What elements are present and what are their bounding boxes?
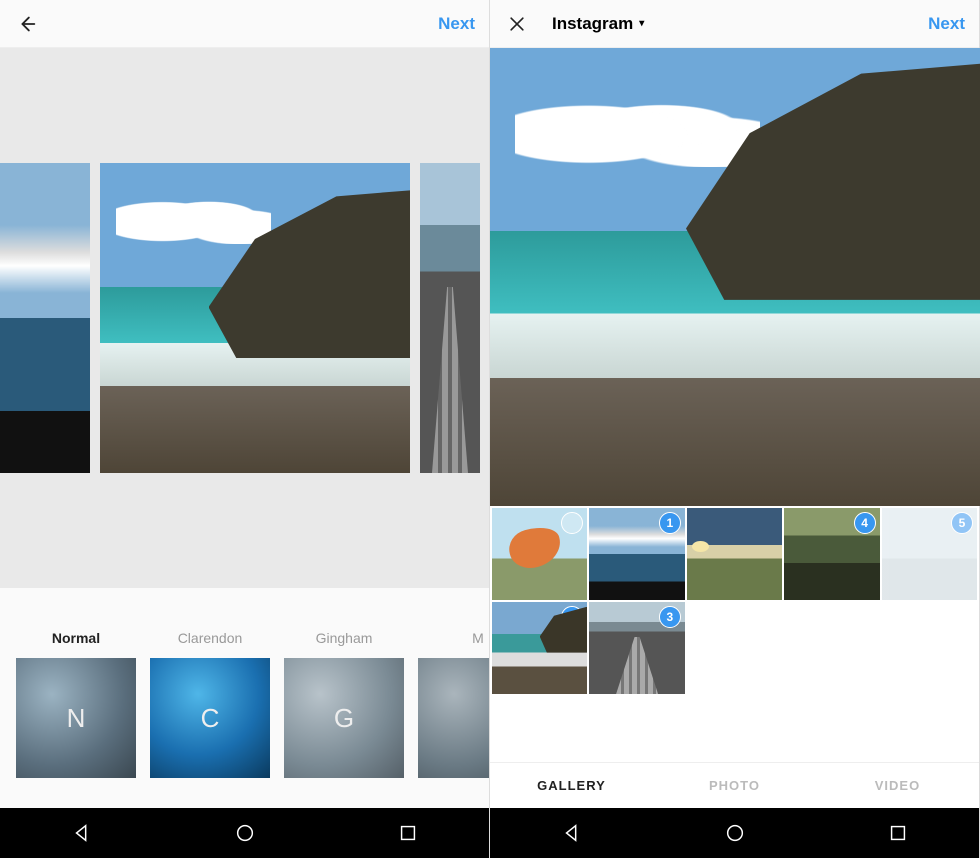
gallery-thumb[interactable]: 5 — [882, 508, 977, 600]
filter-thumb: C — [150, 658, 270, 778]
tab-gallery[interactable]: GALLERY — [490, 778, 653, 793]
nav-home-icon[interactable] — [724, 822, 746, 844]
selection-badge: 3 — [659, 606, 681, 628]
close-icon[interactable] — [504, 11, 530, 37]
nav-back-icon[interactable] — [71, 822, 93, 844]
album-title: Instagram — [552, 14, 633, 34]
selection-badge: 5 — [951, 512, 973, 534]
filter-label: Normal — [16, 630, 136, 658]
selection-badge: 4 — [854, 512, 876, 534]
filter-strip[interactable]: NormalNClarendonCGinghamGM — [0, 588, 489, 808]
gallery-grid: 1 4 5 2 3 — [490, 506, 979, 762]
android-navbar — [490, 808, 979, 858]
editor-body: NormalNClarendonCGinghamGM — [0, 48, 489, 808]
header: Instagram ▾ Next — [490, 0, 979, 48]
filter-m[interactable]: M — [418, 630, 489, 778]
source-tabs: GALLERYPHOTOVIDEO — [490, 762, 979, 808]
image-carousel[interactable] — [0, 48, 489, 588]
filter-thumb — [418, 658, 489, 778]
android-navbar — [0, 808, 489, 858]
filter-normal[interactable]: NormalN — [16, 630, 136, 778]
tab-photo[interactable]: PHOTO — [653, 778, 816, 793]
nav-recent-icon[interactable] — [887, 822, 909, 844]
filter-label: M — [418, 630, 489, 658]
selection-badge: 1 — [659, 512, 681, 534]
filter-thumb: G — [284, 658, 404, 778]
gallery-thumb[interactable]: 4 — [784, 508, 879, 600]
nav-home-icon[interactable] — [234, 822, 256, 844]
nav-back-icon[interactable] — [561, 822, 583, 844]
gallery-thumb[interactable] — [687, 508, 782, 600]
phone-right-gallery-screen: Instagram ▾ Next 1 4 5 2 3 GALLERYPHOTOVIDEO — [490, 0, 980, 858]
filter-label: Clarendon — [150, 630, 270, 658]
next-button[interactable]: Next — [438, 14, 475, 34]
selection-badge-empty — [561, 512, 583, 534]
filter-clarendon[interactable]: ClarendonC — [150, 630, 270, 778]
back-icon[interactable] — [14, 11, 40, 37]
album-dropdown[interactable]: Instagram ▾ — [530, 14, 928, 34]
chevron-down-icon: ▾ — [639, 18, 644, 29]
selection-badge: 2 — [561, 606, 583, 628]
gallery-thumb[interactable] — [492, 508, 587, 600]
filter-thumb: N — [16, 658, 136, 778]
carousel-image[interactable] — [0, 163, 90, 473]
picker-body: 1 4 5 2 3 GALLERYPHOTOVIDEO — [490, 48, 979, 808]
header: Next — [0, 0, 489, 48]
gallery-thumb[interactable]: 3 — [589, 602, 684, 694]
phone-left-filter-screen: Next NormalNClarendonCGinghamGM — [0, 0, 490, 858]
gallery-thumb[interactable]: 2 — [492, 602, 587, 694]
carousel-image[interactable] — [100, 163, 410, 473]
gallery-thumb[interactable]: 1 — [589, 508, 684, 600]
next-button[interactable]: Next — [928, 14, 965, 34]
carousel-image[interactable] — [420, 163, 480, 473]
filter-gingham[interactable]: GinghamG — [284, 630, 404, 778]
nav-recent-icon[interactable] — [397, 822, 419, 844]
selected-preview[interactable] — [490, 48, 980, 506]
filter-label: Gingham — [284, 630, 404, 658]
tab-video[interactable]: VIDEO — [816, 778, 979, 793]
